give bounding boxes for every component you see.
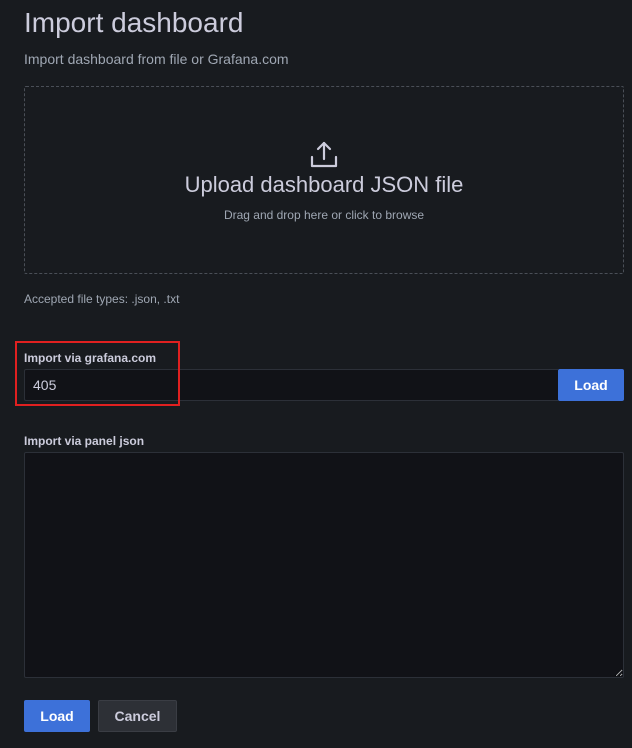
grafana-import-label: Import via grafana.com [24, 351, 157, 365]
page-subtitle: Import dashboard from file or Grafana.co… [24, 51, 289, 67]
panel-json-label: Import via panel json [24, 434, 145, 448]
file-upload-dropzone[interactable]: Upload dashboard JSON file Drag and drop… [24, 86, 624, 274]
upload-hint: Drag and drop here or click to browse [223, 208, 425, 222]
load-button[interactable]: Load [24, 700, 90, 732]
accepted-file-types: Accepted file types: .json, .txt [24, 292, 180, 306]
panel-json-textarea[interactable] [24, 452, 624, 678]
upload-icon [310, 141, 338, 168]
grafana-load-button[interactable]: Load [558, 369, 624, 401]
grafana-id-input[interactable] [24, 369, 558, 401]
cancel-button[interactable]: Cancel [98, 700, 177, 732]
upload-title: Upload dashboard JSON file [184, 172, 464, 197]
page-title: Import dashboard [24, 7, 244, 38]
